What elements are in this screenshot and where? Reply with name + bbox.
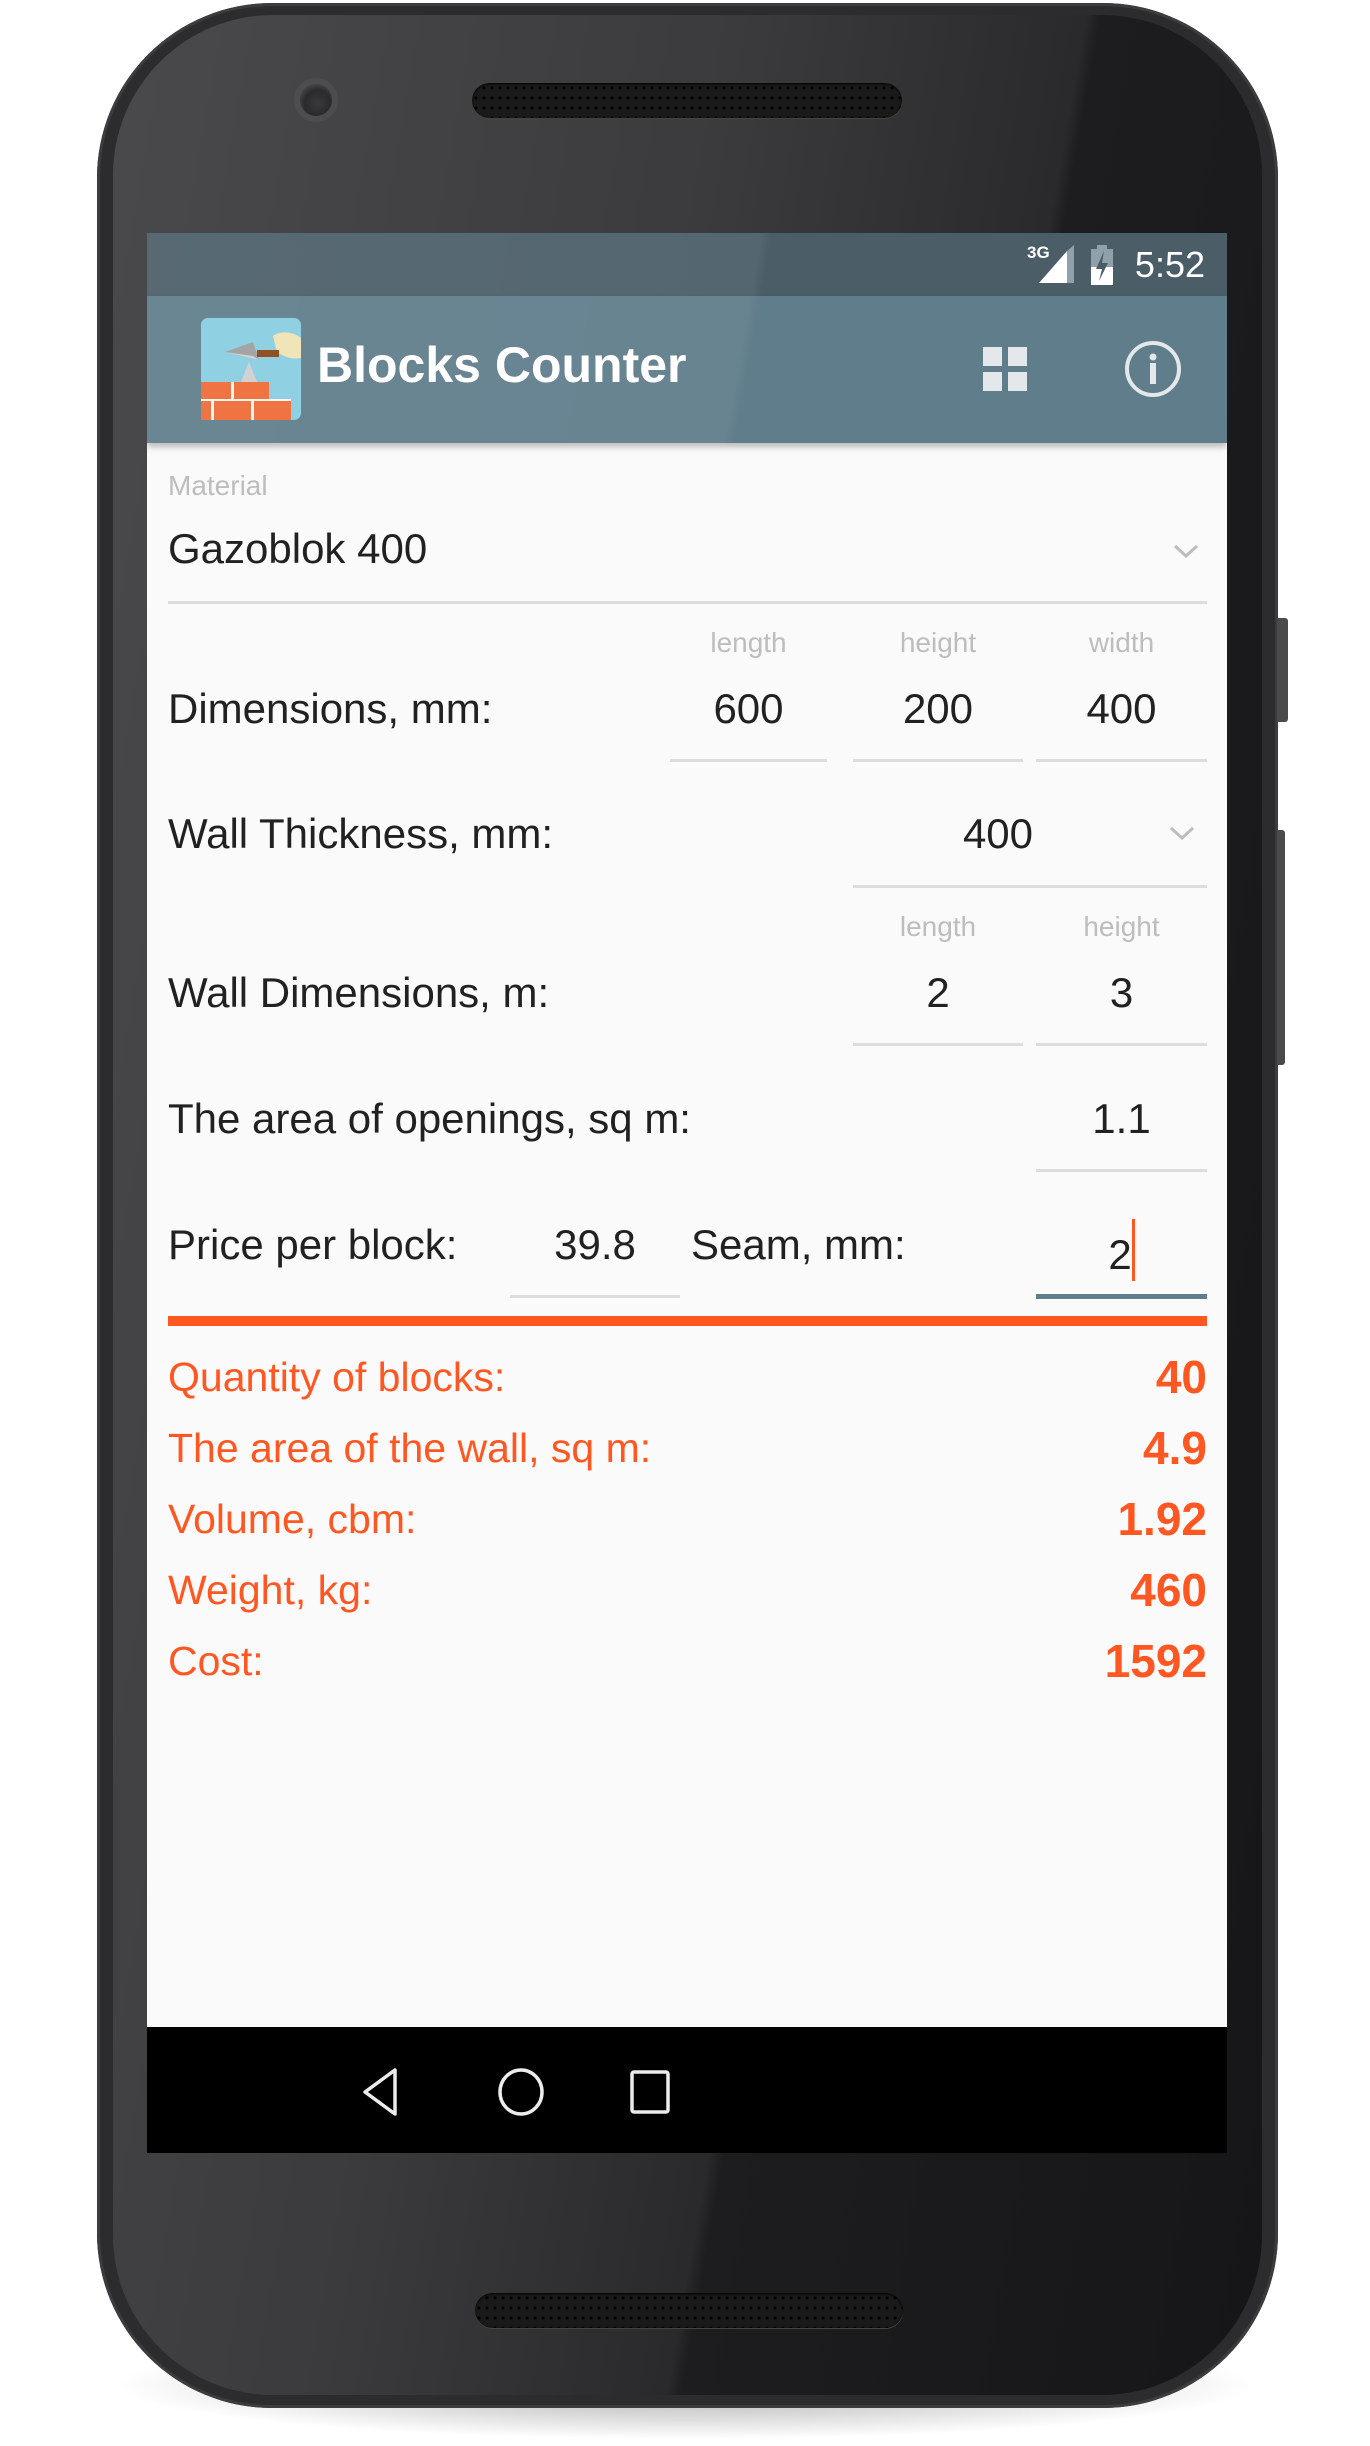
wall-thickness-spinner[interactable]: 400 — [853, 808, 1207, 868]
result-value: 1592 — [1104, 1635, 1207, 1687]
chevron-down-icon — [1169, 826, 1195, 841]
price-label: Price per block: — [168, 1221, 458, 1268]
back-triangle-icon — [363, 2068, 397, 2116]
wall-thickness-value: 400 — [962, 810, 1034, 857]
price-input[interactable]: 39.8 — [510, 1219, 680, 1271]
openings-underline — [1036, 1169, 1207, 1172]
result-label: Quantity of blocks: — [168, 1354, 506, 1400]
result-label: Cost: — [168, 1638, 264, 1684]
info-icon[interactable] — [1124, 340, 1182, 398]
result-row-wall-area: The area of the wall, sq m: 4.9 — [168, 1422, 1207, 1493]
dim-height-underline — [853, 759, 1023, 762]
dim-width-hint: width — [1088, 627, 1155, 658]
home-circle-icon — [498, 2068, 544, 2116]
text-cursor — [1131, 1219, 1135, 1281]
dim-length-hint: length — [710, 627, 787, 658]
results-list: Quantity of blocks: 40 The area of the w… — [168, 1351, 1207, 1706]
nav-home-button[interactable] — [497, 2067, 545, 2117]
dim-height-input[interactable]: 200 — [853, 683, 1023, 735]
app-toolbar: Blocks Counter — [147, 296, 1227, 443]
seam-value: 2 — [1108, 1231, 1132, 1278]
material-underline — [168, 601, 1207, 604]
dim-length-underline — [670, 759, 827, 762]
results-divider — [168, 1316, 1207, 1326]
nav-back-button[interactable] — [360, 2067, 400, 2117]
openings-input[interactable]: 1.1 — [1036, 1093, 1207, 1145]
recents-square-icon — [630, 2070, 670, 2114]
result-row-cost: Cost: 1592 — [168, 1635, 1207, 1706]
result-value: 40 — [1155, 1351, 1207, 1403]
dim-width-underline — [1036, 759, 1207, 762]
result-row-quantity: Quantity of blocks: 40 — [168, 1351, 1207, 1422]
result-value: 1.92 — [1117, 1493, 1207, 1545]
status-bar: 3G 5:52 — [147, 233, 1227, 296]
wall-height-underline — [1036, 1043, 1207, 1046]
result-row-weight: Weight, kg: 460 — [168, 1564, 1207, 1635]
front-camera — [300, 84, 332, 116]
grid-icon[interactable] — [983, 347, 1027, 391]
navigation-bar — [147, 2027, 1227, 2153]
app-title: Blocks Counter — [317, 337, 687, 393]
wall-thickness-label: Wall Thickness, mm: — [168, 810, 554, 857]
openings-label: The area of openings, sq m: — [168, 1095, 691, 1142]
signal-icon: 3G — [1027, 243, 1083, 285]
result-value: 460 — [1130, 1564, 1207, 1616]
dim-length-input[interactable]: 600 — [670, 683, 827, 735]
seam-label: Seam, mm: — [691, 1221, 906, 1268]
wall-height-input[interactable]: 3 — [1036, 967, 1207, 1019]
result-label: The area of the wall, sq m: — [168, 1425, 652, 1471]
material-value: Gazoblok 400 — [168, 525, 428, 572]
chevron-down-icon — [1173, 544, 1199, 559]
wall-length-input[interactable]: 2 — [853, 967, 1023, 1019]
dim-width-input[interactable]: 400 — [1036, 683, 1207, 735]
wall-height-hint: height — [1083, 911, 1160, 942]
price-underline — [510, 1295, 680, 1298]
wall-dimensions-label: Wall Dimensions, m: — [168, 969, 550, 1016]
result-label: Volume, cbm: — [168, 1496, 417, 1542]
battery-charging-icon — [1089, 245, 1115, 285]
dimensions-label: Dimensions, mm: — [168, 685, 493, 732]
wall-length-underline — [853, 1043, 1023, 1046]
bottom-speaker — [475, 2293, 903, 2328]
power-button — [1277, 618, 1288, 722]
material-label: Material — [168, 470, 268, 501]
screen: 3G 5:52 Blocks Counter Material Gazoblok… — [147, 233, 1227, 2153]
nav-recents-button[interactable] — [628, 2067, 672, 2117]
seam-underline-focused — [1036, 1294, 1207, 1299]
status-time: 5:52 — [1134, 244, 1205, 285]
wall-length-hint: length — [899, 911, 977, 942]
app-logo-icon — [201, 318, 301, 420]
earpiece-speaker — [472, 83, 902, 118]
result-row-volume: Volume, cbm: 1.92 — [168, 1493, 1207, 1564]
seam-input[interactable]: 2 — [1036, 1219, 1207, 1281]
result-label: Weight, kg: — [168, 1567, 373, 1613]
volume-button — [1277, 830, 1285, 1065]
material-spinner[interactable]: Gazoblok 400 — [168, 523, 1207, 603]
result-value: 4.9 — [1143, 1422, 1207, 1474]
wall-thickness-underline — [853, 885, 1207, 888]
dim-height-hint: height — [899, 627, 977, 658]
